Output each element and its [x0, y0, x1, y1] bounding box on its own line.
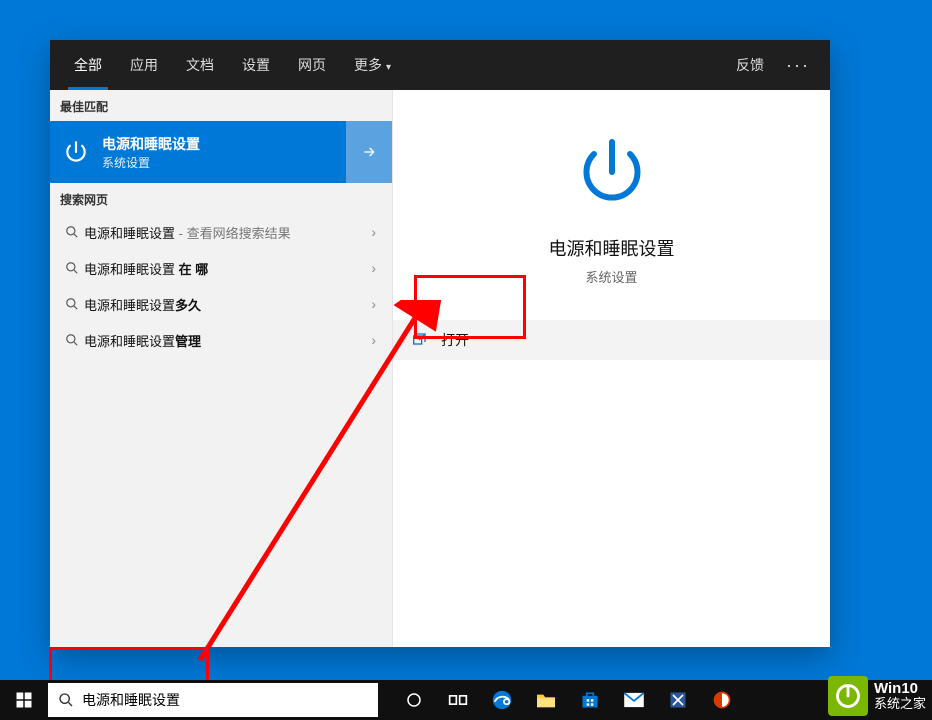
feedback-link[interactable]: 反馈 — [724, 55, 776, 75]
best-match-subtitle: 系统设置 — [102, 154, 200, 171]
chevron-right-icon: › — [365, 332, 382, 348]
windows-logo-icon — [15, 691, 33, 709]
best-match-title: 电源和睡眠设置 — [102, 134, 200, 154]
taskbar-search-box[interactable] — [48, 683, 378, 717]
search-icon — [58, 692, 74, 708]
cortana-button[interactable] — [392, 680, 436, 720]
folder-icon — [535, 691, 557, 709]
caret-down-icon: ▾ — [386, 62, 391, 73]
mail-icon — [623, 692, 645, 708]
task-view-button[interactable] — [436, 680, 480, 720]
edge-icon — [491, 689, 513, 711]
web-result-text: 电源和睡眠设置多久 — [84, 295, 365, 314]
web-result-item[interactable]: 电源和睡眠设置 - 查看网络搜索结果 › — [50, 214, 392, 250]
chevron-right-icon: › — [365, 260, 382, 276]
taskbar-app-explorer[interactable] — [524, 680, 568, 720]
open-icon — [411, 332, 427, 348]
task-view-icon — [448, 692, 468, 708]
web-result-item[interactable]: 电源和睡眠设置多久 › — [50, 286, 392, 322]
best-match-expand-button[interactable] — [346, 121, 392, 183]
more-menu-icon[interactable]: ··· — [776, 55, 820, 76]
app-icon — [712, 690, 732, 710]
web-result-text: 电源和睡眠设置 在 哪 — [84, 259, 365, 278]
tab-all[interactable]: 全部 — [60, 40, 116, 90]
cortana-icon — [405, 691, 423, 709]
chevron-right-icon: › — [365, 224, 382, 240]
detail-subtitle: 系统设置 — [585, 267, 637, 286]
open-action[interactable]: 打开 — [393, 320, 830, 360]
tab-web[interactable]: 网页 — [284, 40, 340, 90]
open-label: 打开 — [441, 330, 469, 350]
search-input[interactable] — [82, 692, 368, 708]
power-icon — [576, 136, 648, 213]
search-icon — [60, 297, 84, 311]
section-best-match: 最佳匹配 — [50, 90, 392, 121]
web-result-text: 电源和睡眠设置 - 查看网络搜索结果 — [84, 223, 365, 242]
detail-title: 电源和睡眠设置 — [549, 235, 675, 261]
results-list: 最佳匹配 电源和睡眠设置 系统设置 搜索网页 — [50, 90, 392, 647]
taskbar — [0, 680, 932, 720]
taskbar-app-generic-1[interactable] — [656, 680, 700, 720]
power-icon — [60, 136, 92, 168]
taskbar-app-generic-2[interactable] — [700, 680, 744, 720]
search-icon — [60, 333, 84, 347]
tab-more[interactable]: 更多▾ — [340, 40, 405, 90]
tab-apps[interactable]: 应用 — [116, 40, 172, 90]
store-icon — [580, 690, 600, 710]
tab-settings[interactable]: 设置 — [228, 40, 284, 90]
section-search-web: 搜索网页 — [50, 183, 392, 214]
result-detail-pane: 电源和睡眠设置 系统设置 打开 — [392, 90, 830, 647]
app-icon — [668, 690, 688, 710]
taskbar-app-mail[interactable] — [612, 680, 656, 720]
chevron-right-icon: › — [365, 296, 382, 312]
taskbar-app-edge[interactable] — [480, 680, 524, 720]
web-result-item[interactable]: 电源和睡眠设置管理 › — [50, 322, 392, 358]
web-result-item[interactable]: 电源和睡眠设置 在 哪 › — [50, 250, 392, 286]
best-match-item[interactable]: 电源和睡眠设置 系统设置 — [50, 121, 392, 183]
search-icon — [60, 261, 84, 275]
web-result-text: 电源和睡眠设置管理 — [84, 331, 365, 350]
search-tabs-bar: 全部 应用 文档 设置 网页 更多▾ 反馈 ··· — [50, 40, 830, 90]
search-results-panel: 全部 应用 文档 设置 网页 更多▾ 反馈 ··· 最佳匹配 电源和睡眠设置 — [50, 40, 830, 647]
start-button[interactable] — [0, 680, 48, 720]
taskbar-app-store[interactable] — [568, 680, 612, 720]
search-icon — [60, 225, 84, 239]
tab-docs[interactable]: 文档 — [172, 40, 228, 90]
